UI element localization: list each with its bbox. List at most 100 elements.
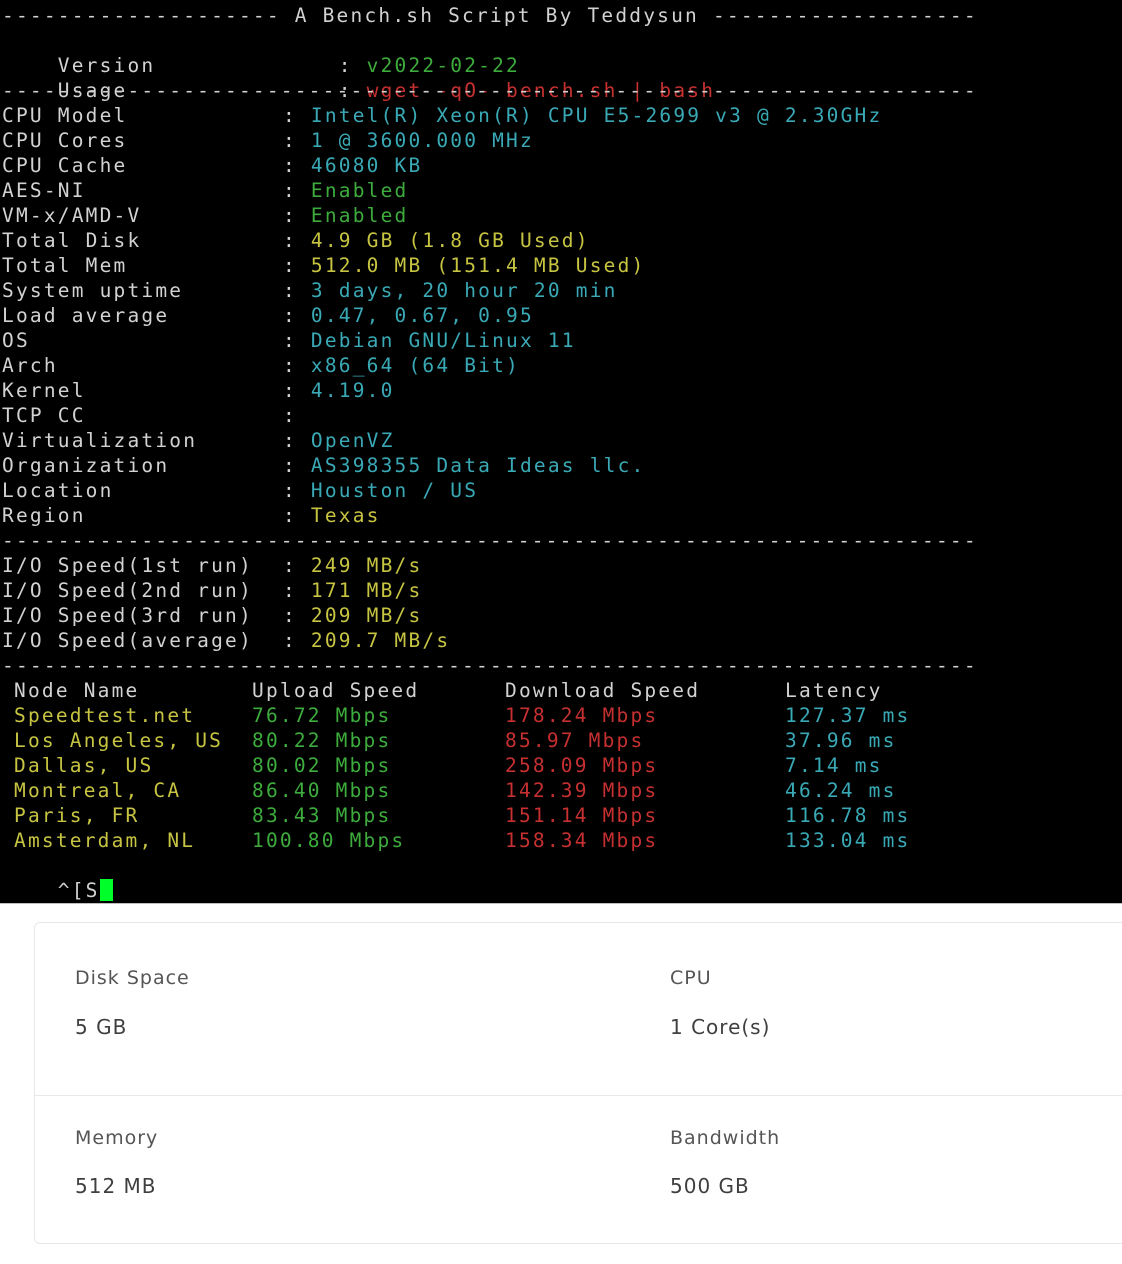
sysinfo-label: CPU Cache: [2, 154, 128, 177]
sysinfo-label: Load average: [2, 304, 170, 327]
colon-separator: :: [283, 104, 311, 127]
sysinfo-label: Total Mem: [2, 254, 128, 277]
sysinfo-label: Organization: [2, 454, 170, 477]
speedtest-cell: 151.14 Mbps: [505, 803, 658, 828]
speedtest-cell: 76.72 Mbps: [252, 703, 391, 728]
sysinfo-value: Enabled: [310, 204, 409, 227]
io-speed-label: I/O Speed(3rd run): [2, 604, 253, 627]
sysinfo-label: AES-NI: [2, 179, 86, 202]
sysinfo-value: Houston / US: [310, 479, 479, 502]
speedtest-upload: 80.22 Mbps: [252, 729, 392, 752]
sysinfo-value: 0.47, 0.67, 0.95: [310, 304, 534, 327]
speedtest-node: Speedtest.net: [14, 704, 196, 727]
sysinfo-value: 3 days, 20 hour 20 min: [310, 279, 618, 302]
speedtest-download: 151.14 Mbps: [505, 804, 659, 827]
speedtest-upload: 100.80 Mbps: [252, 829, 406, 852]
sysinfo-value: OpenVZ: [310, 429, 395, 452]
disk-space-label: Disk Space: [75, 967, 190, 989]
usage-value-row: : wget -qO- bench.sh | bash: [338, 79, 716, 102]
colon-separator: :: [283, 429, 311, 452]
colon-separator: :: [283, 354, 311, 377]
io-speed-value-row: : 171 MB/s: [283, 578, 422, 603]
sysinfo-value-row: : Debian GNU/Linux 11: [283, 328, 576, 353]
bandwidth-label: Bandwidth: [670, 1127, 781, 1149]
colon-separator: :: [283, 279, 311, 302]
cursor-block: [99, 879, 113, 901]
io-speed-value-row: : 209.7 MB/s: [283, 628, 450, 653]
colon-separator: :: [283, 379, 311, 402]
speedtest-cell: 80.02 Mbps: [252, 753, 391, 778]
sysinfo-value-row: : 3 days, 20 hour 20 min: [283, 278, 618, 303]
speedtest-cell: Paris, FR: [14, 803, 139, 828]
sysinfo-value: Intel(R) Xeon(R) CPU E5-2699 v3 @ 2.30GH…: [310, 104, 883, 127]
colon-separator: :: [283, 229, 311, 252]
sysinfo-value-row: :: [283, 403, 311, 428]
colon-separator: :: [283, 329, 311, 352]
sysinfo-value: AS398355 Data Ideas llc.: [310, 454, 646, 477]
colon-separator: :: [283, 554, 311, 577]
speedtest-cell: 178.24 Mbps: [505, 703, 658, 728]
speedtest-cell: 258.09 Mbps: [505, 753, 658, 778]
sysinfo-value: Debian GNU/Linux 11: [310, 329, 576, 352]
sysinfo-label: CPU Cores: [2, 129, 128, 152]
speedtest-download: 158.34 Mbps: [505, 829, 659, 852]
sysinfo-label-row: Region: [2, 503, 86, 528]
io-speed-value: 209.7 MB/s: [310, 629, 451, 652]
terminal-window[interactable]: -------------------- A Bench.sh Script B…: [0, 0, 1122, 904]
sysinfo-label-row: Kernel: [2, 378, 86, 403]
speedtest-header: Latency: [785, 679, 883, 702]
speedtest-cell: 86.40 Mbps: [252, 778, 391, 803]
colon-separator: :: [283, 454, 311, 477]
sysinfo-label: TCP CC: [2, 404, 86, 427]
sysinfo-label: Region: [2, 504, 86, 527]
divider-1: ----------------------------------------…: [2, 79, 978, 102]
sysinfo-label: OS: [2, 329, 30, 352]
prompt-line[interactable]: ^[S: [2, 853, 113, 902]
io-speed-value-row: : 209 MB/s: [283, 603, 422, 628]
sysinfo-value-row: : Houston / US: [283, 478, 478, 503]
speedtest-download: 178.24 Mbps: [505, 704, 659, 727]
sysinfo-value-row: : 512.0 MB (151.4 MB Used): [283, 253, 645, 278]
speedtest-upload: 86.40 Mbps: [252, 779, 392, 802]
io-speed-label-row: I/O Speed(1st run): [2, 553, 253, 578]
sysinfo-label-row: OS: [2, 328, 30, 353]
colon-separator: :: [283, 179, 311, 202]
speedtest-cell: 133.04 ms: [785, 828, 910, 853]
speedtest-download: 142.39 Mbps: [505, 779, 659, 802]
colon-separator: :: [283, 504, 311, 527]
io-speed-value: 171 MB/s: [310, 579, 423, 602]
sysinfo-value: 1 @ 3600.000 MHz: [310, 129, 534, 152]
sysinfo-label-row: Load average: [2, 303, 169, 328]
sysinfo-value-row: : Texas: [283, 503, 381, 528]
colon-separator: :: [283, 254, 311, 277]
sysinfo-value-row: : 4.9 GB (1.8 GB Used): [283, 228, 590, 253]
speedtest-cell: Dallas, US: [14, 753, 153, 778]
speedtest-upload: 76.72 Mbps: [252, 704, 392, 727]
speedtest-upload: 80.02 Mbps: [252, 754, 392, 777]
io-speed-value-row: : 249 MB/s: [283, 553, 422, 578]
speedtest-header: Download Speed: [505, 679, 701, 702]
sysinfo-label-row: TCP CC: [2, 403, 86, 428]
colon-separator: :: [283, 629, 311, 652]
speedtest-header-cell: Upload Speed: [252, 678, 419, 703]
sysinfo-label-row: Organization: [2, 453, 169, 478]
speedtest-node: Los Angeles, US: [14, 729, 224, 752]
speedtest-cell: 80.22 Mbps: [252, 728, 391, 753]
bandwidth-value: 500 GB: [670, 1174, 750, 1198]
io-speed-label: I/O Speed(1st run): [2, 554, 253, 577]
speedtest-node: Montreal, CA: [14, 779, 182, 802]
sysinfo-label: CPU Model: [2, 104, 128, 127]
speedtest-cell: 46.24 ms: [785, 778, 897, 803]
specs-card: Disk Space 5 GB CPU 1 Core(s) Memory 512…: [34, 922, 1122, 1244]
cpu-value: 1 Core(s): [670, 1015, 771, 1039]
io-speed-value: 209 MB/s: [310, 604, 423, 627]
speedtest-download: 85.97 Mbps: [505, 729, 645, 752]
io-speed-label: I/O Speed(2nd run): [2, 579, 253, 602]
sysinfo-value: 46080 KB: [310, 154, 423, 177]
speedtest-node: Amsterdam, NL: [14, 829, 196, 852]
speedtest-latency: 116.78 ms: [785, 804, 911, 827]
speedtest-cell: 142.39 Mbps: [505, 778, 658, 803]
colon-separator: :: [283, 579, 311, 602]
speedtest-cell: Amsterdam, NL: [14, 828, 195, 853]
io-speed-label-row: I/O Speed(average): [2, 628, 253, 653]
